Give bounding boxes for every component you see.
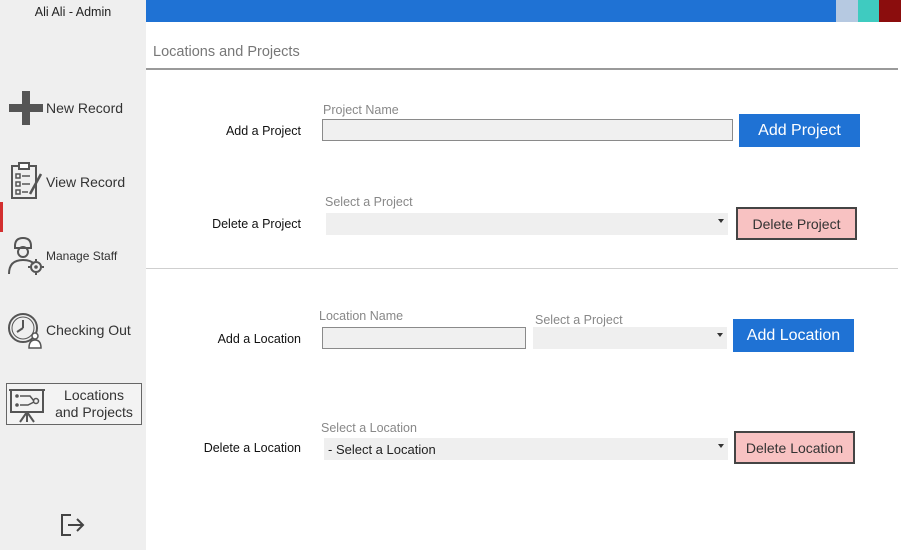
plus-icon <box>6 88 46 128</box>
add-location-button[interactable]: Add Location <box>733 319 854 352</box>
location-name-label: Location Name <box>319 309 404 323</box>
clock-person-icon <box>6 310 46 350</box>
location-select[interactable]: - Select a Location <box>324 438 728 460</box>
location-project-select[interactable] <box>533 327 727 349</box>
sidebar-item-label: View Record <box>46 173 126 190</box>
section-divider <box>146 268 898 269</box>
top-bar <box>146 0 901 22</box>
sidebar-item-view-record[interactable]: View Record <box>6 162 142 202</box>
location-project-select-label: Select a Project <box>535 313 623 327</box>
sidebar-item-checking-out[interactable]: Checking Out <box>6 310 142 350</box>
sidebar-item-locations-projects[interactable]: Locations and Projects <box>6 383 142 425</box>
chevron-down-icon <box>718 219 724 223</box>
chevron-down-icon <box>718 444 724 448</box>
sidebar-item-new-record[interactable]: New Record <box>6 88 142 128</box>
add-location-label: Add a Location <box>217 332 301 346</box>
logout-button[interactable] <box>58 512 88 542</box>
logout-icon <box>60 513 86 542</box>
delete-location-label: Delete a Location <box>203 441 301 455</box>
project-select[interactable] <box>326 213 728 235</box>
title-divider <box>146 68 898 70</box>
project-name-input[interactable] <box>322 119 733 141</box>
app-window: Ali Ali - Admin New Record View Record M… <box>0 0 901 550</box>
clipboard-icon <box>6 162 46 202</box>
select-project-label: Select a Project <box>325 195 413 209</box>
top-bar-swatch-dark-red <box>879 0 901 22</box>
top-bar-swatch-light <box>836 0 858 22</box>
sidebar-item-label: Locations and Projects <box>55 387 133 420</box>
top-bar-swatch-teal <box>858 0 879 22</box>
delete-location-button[interactable]: Delete Location <box>734 431 855 464</box>
page-title: Locations and Projects <box>153 44 300 60</box>
add-project-label: Add a Project <box>225 124 301 138</box>
delete-project-label: Delete a Project <box>212 217 301 231</box>
add-project-button[interactable]: Add Project <box>739 114 860 147</box>
staff-gear-icon <box>6 236 46 276</box>
select-location-label: Select a Location <box>321 421 417 435</box>
sidebar-item-label: New Record <box>46 99 124 116</box>
sidebar: Ali Ali - Admin New Record View Record M… <box>0 0 146 550</box>
sidebar-item-manage-staff[interactable]: Manage Staff <box>6 236 142 276</box>
sidebar-accent <box>0 202 3 232</box>
presentation-board-icon <box>7 384 47 424</box>
chevron-down-icon <box>717 333 723 337</box>
sidebar-item-label: Checking Out <box>46 321 131 338</box>
location-name-input[interactable] <box>322 327 526 349</box>
delete-project-button[interactable]: Delete Project <box>736 207 857 240</box>
project-name-label: Project Name <box>323 103 399 117</box>
user-label: Ali Ali - Admin <box>34 5 112 19</box>
location-select-value: - Select a Location <box>328 441 436 457</box>
sidebar-item-label: Manage Staff <box>46 248 118 263</box>
